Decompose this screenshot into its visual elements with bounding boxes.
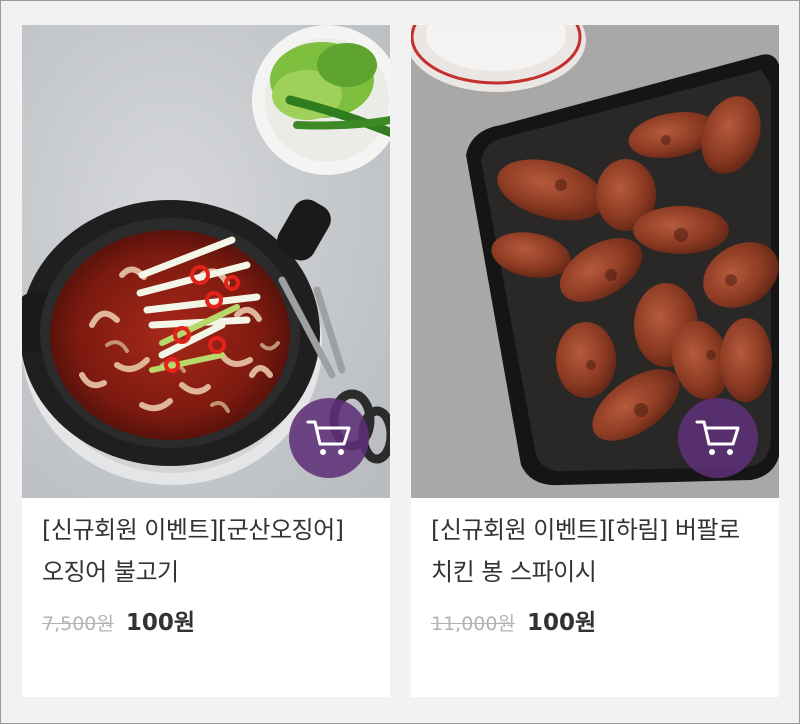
cart-icon	[695, 420, 740, 455]
price-row: 7,500원 100원	[42, 603, 195, 637]
add-to-cart-button[interactable]	[289, 398, 369, 478]
product-card[interactable]: [신규회원 이벤트][하림] 버팔로 치킨 봉 스파이시 11,000원 100…	[411, 25, 779, 697]
cart-icon	[306, 420, 351, 455]
sale-price: 100원	[125, 610, 196, 636]
add-to-cart-button[interactable]	[678, 398, 758, 478]
original-price: 11,000원	[431, 613, 515, 635]
original-price: 7,500원	[42, 613, 114, 635]
sale-price: 100원	[526, 610, 597, 636]
product-title[interactable]: [신규회원 이벤트][하림] 버팔로 치킨 봉 스파이시	[431, 509, 766, 593]
product-card[interactable]: [신규회원 이벤트][군산오징어] 오징어 불고기 7,500원 100원	[22, 25, 390, 697]
product-title[interactable]: [신규회원 이벤트][군산오징어] 오징어 불고기	[42, 509, 382, 593]
price-row: 11,000원 100원	[431, 603, 596, 637]
